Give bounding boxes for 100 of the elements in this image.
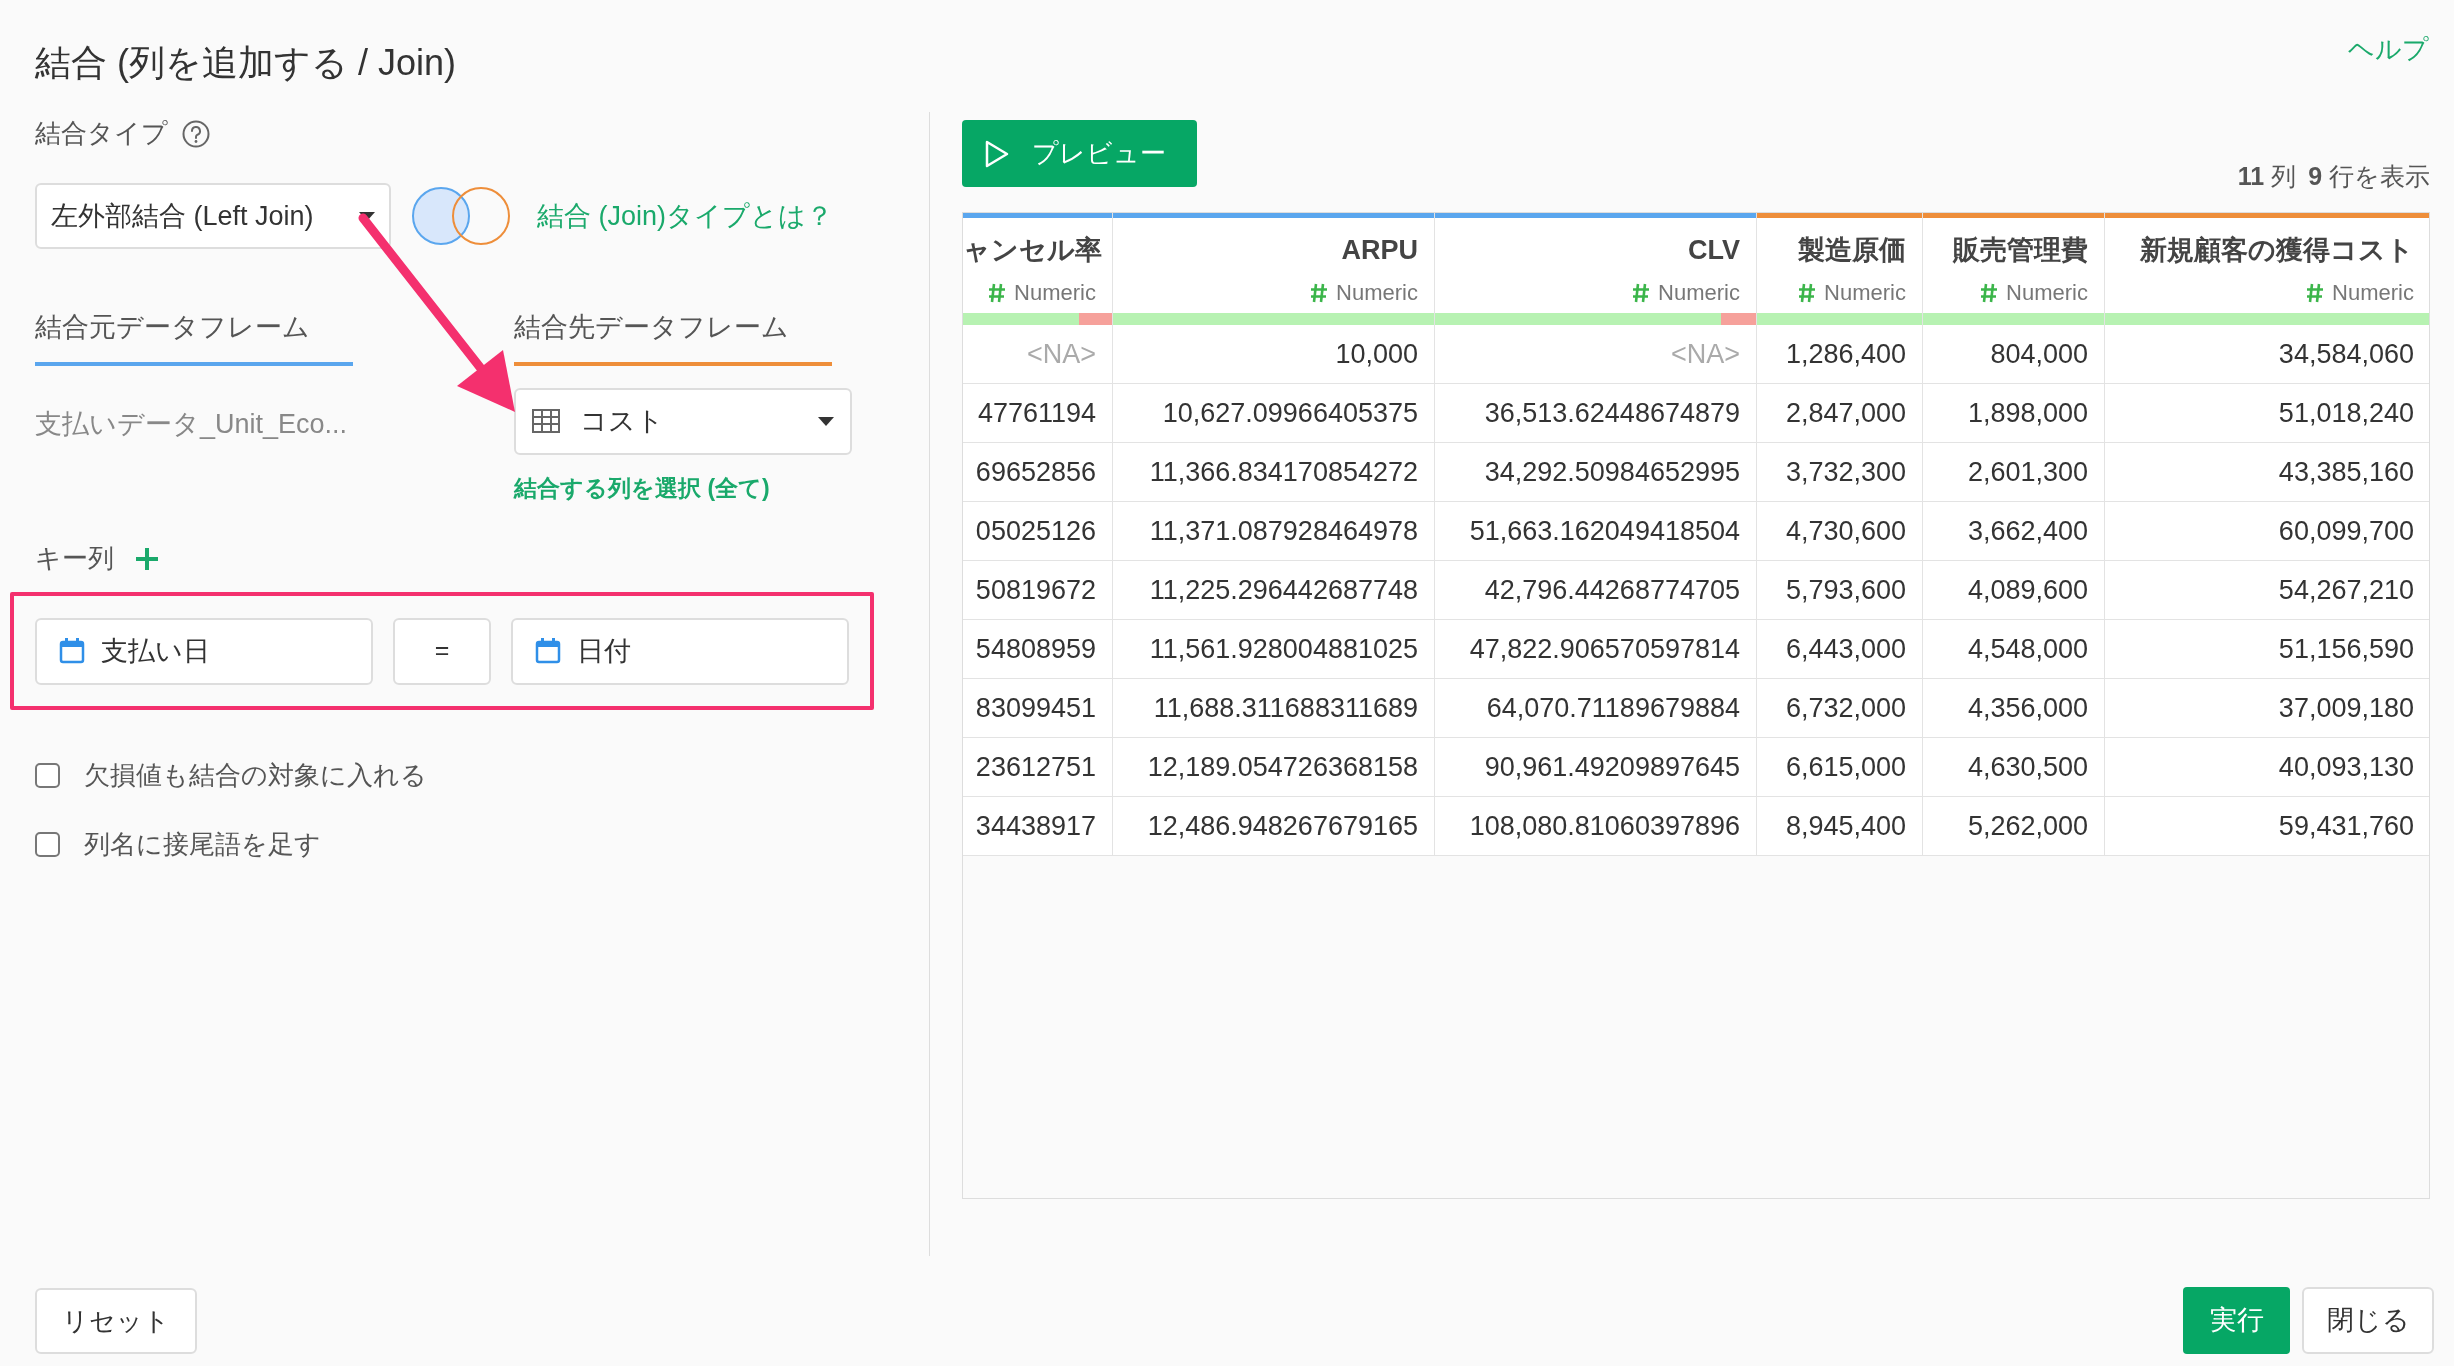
missing-fill [1720,313,1756,325]
calendar-icon [535,637,561,665]
table-cell: <NA> [1435,325,1757,383]
table-cell: 50819672 [963,561,1113,619]
table-cell: 51,663.162049418504 [1435,502,1757,560]
table-cell: 1,898,000 [1923,384,2105,442]
column-type: Numeric [1336,279,1418,307]
column-header[interactable]: ャンセル率 [963,217,1112,270]
table-cell: 108,080.81060397896 [1435,797,1757,855]
column-type: Numeric [2006,279,2088,307]
table-cell: 12,189.054726368158 [1113,738,1435,796]
table-cell: 2,601,300 [1923,443,2105,501]
table-cell: 40,093,130 [2105,738,2429,796]
table-cell: 60,099,700 [2105,502,2429,560]
reset-button[interactable]: リセット [35,1288,197,1354]
source-dataframe-name: 支払いデータ_Unit_Eco... [35,408,348,439]
table-icon [532,409,560,433]
checkbox[interactable] [35,763,60,788]
table-cell: 69652856 [963,443,1113,501]
column-type: Numeric [1658,279,1740,307]
column-header[interactable]: CLV [1435,217,1756,270]
table-cell: 34,584,060 [2105,325,2429,383]
table-cell: 4,089,600 [1923,561,2105,619]
table-cell: 47761194 [963,384,1113,442]
table-cell: 11,225.296442687748 [1113,561,1435,619]
table-cell: 11,366.834170854272 [1113,443,1435,501]
calendar-icon [59,637,85,665]
column-type: Numeric [2332,279,2414,307]
join-type-label: 結合タイプ [35,117,168,150]
table-cell: 3,662,400 [1923,502,2105,560]
table-cell: 10,000 [1113,325,1435,383]
table-cell: 2,847,000 [1757,384,1923,442]
missing-fill [1079,313,1112,325]
table-cell: 6,732,000 [1757,679,1923,737]
hash-icon [1310,282,1329,303]
option-label: 欠損値も結合の対象に入れる [84,759,427,792]
table-cell: 6,443,000 [1757,620,1923,678]
play-icon [984,139,1010,168]
table-cell: 64,070.71189679884 [1435,679,1757,737]
column-count: 11 列 [2237,161,2297,192]
key-column-field[interactable]: 支払い日 [35,617,373,685]
venn-diagram-icon [411,185,513,247]
table-cell: 23612751 [963,738,1113,796]
target-dataframe-select[interactable]: コスト [514,387,852,455]
column-header[interactable]: ARPU [1113,217,1434,270]
operator-field[interactable]: = [393,617,491,685]
table-cell: 11,371.087928464978 [1113,502,1435,560]
table-cell: 11,561.928004881025 [1113,620,1435,678]
hash-icon [2306,282,2325,303]
table-cell: 34438917 [963,797,1113,855]
column-type: Numeric [1014,279,1096,307]
table-cell: 4,630,500 [1923,738,2105,796]
caret-icon [818,416,834,426]
hash-icon [1632,282,1651,303]
table-cell: 4,730,600 [1757,502,1923,560]
table-cell: 6,615,000 [1757,738,1923,796]
table-cell: 54808959 [963,620,1113,678]
table-cell: 90,961.49209897645 [1435,738,1757,796]
table-cell: 47,822.906570597814 [1435,620,1757,678]
checkbox[interactable] [35,832,60,857]
hash-icon [988,282,1007,303]
table-cell: 4,356,000 [1923,679,2105,737]
option-label: 列名に接尾語を足す [84,828,321,861]
column-type: Numeric [1824,279,1906,307]
column-header[interactable]: 製造原価 [1757,217,1922,270]
table-cell: 8,945,400 [1757,797,1923,855]
dataframe-label: 結合元データフレーム [35,311,311,344]
table-cell: 37,009,180 [2105,679,2429,737]
table-cell: 54,267,210 [2105,561,2429,619]
table-cell: 5,793,600 [1757,561,1923,619]
table-cell: 51,156,590 [2105,620,2429,678]
table-cell: 11,688.311688311689 [1113,679,1435,737]
column-header[interactable]: 新規顧客の獲得コスト [2105,217,2429,270]
help-icon[interactable] [182,119,210,148]
table-cell: 05025126 [963,502,1113,560]
column-header[interactable]: 販売管理費 [1923,217,2104,270]
dataframe-label: 結合先データフレーム [514,311,790,344]
table-cell: 43,385,160 [2105,443,2429,501]
hash-icon [1798,282,1817,303]
table-cell: 42,796.44268774705 [1435,561,1757,619]
close-button[interactable]: 閉じる [2302,1287,2434,1354]
table-cell: 34,292.50984652995 [1435,443,1757,501]
hash-icon [1980,282,1999,303]
row-count: 9 行を表示 [2308,161,2430,192]
table-cell: 12,486.948267679165 [1113,797,1435,855]
table-cell: 804,000 [1923,325,2105,383]
join-type-select[interactable]: 左外部結合 (Left Join) [35,183,391,249]
table-cell: 51,018,240 [2105,384,2429,442]
table-cell: 4,548,000 [1923,620,2105,678]
table-cell: 59,431,760 [2105,797,2429,855]
key-column-label: キー列 [35,542,114,575]
table-cell: 1,286,400 [1757,325,1923,383]
table-cell: 36,513.62448674879 [1435,384,1757,442]
key-column-field[interactable]: 日付 [511,617,849,685]
table-cell: 10,627.09966405375 [1113,384,1435,442]
table-cell: 83099451 [963,679,1113,737]
caret-icon [359,211,375,221]
plus-icon[interactable] [134,545,160,572]
table-cell: 3,732,300 [1757,443,1923,501]
table-cell: 5,262,000 [1923,797,2105,855]
